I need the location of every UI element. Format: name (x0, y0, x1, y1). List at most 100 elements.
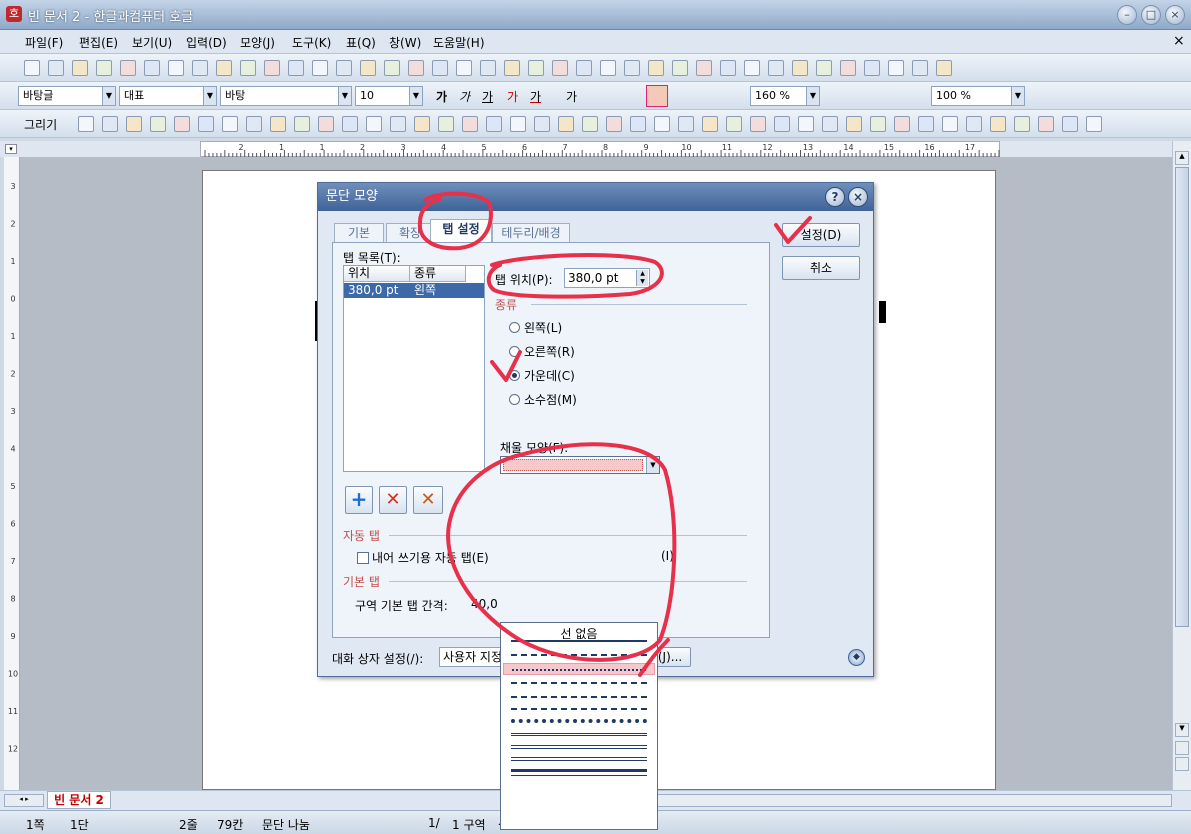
toolbar-icon[interactable] (264, 60, 280, 76)
page-up-icon[interactable] (1175, 741, 1189, 755)
toolbar-icon[interactable] (342, 116, 358, 132)
toolbar-icon[interactable] (792, 60, 808, 76)
toolbar-icon[interactable] (216, 60, 232, 76)
tab-list-row[interactable]: 380,0 pt 왼쪽 (344, 283, 484, 298)
toolbar-icon[interactable] (222, 116, 238, 132)
font-combo[interactable]: 바탕 ▼ (220, 86, 352, 106)
add-tab-button[interactable]: + (345, 486, 373, 514)
help-button[interactable]: ? (825, 187, 845, 207)
ok-button[interactable]: 설정(D) (782, 223, 860, 247)
toolbar-icon[interactable] (312, 60, 328, 76)
toolbar-icon[interactable] (894, 116, 910, 132)
toolbar-icon[interactable] (318, 116, 334, 132)
menu-table[interactable]: 표(Q) (346, 34, 376, 51)
toolbar-icon[interactable] (192, 60, 208, 76)
toolbar-icon[interactable] (936, 60, 952, 76)
toolbar-icon[interactable] (534, 116, 550, 132)
radio-right[interactable]: 오른쪽(R) (509, 343, 575, 360)
toolbar-icon[interactable] (174, 116, 190, 132)
toolbar-icon[interactable] (774, 116, 790, 132)
page-down-icon[interactable] (1175, 757, 1189, 771)
menu-edit[interactable]: 편집(E) (79, 34, 118, 51)
radio-center[interactable]: 가운데(C) (509, 367, 575, 384)
toolbar-icon[interactable] (864, 60, 880, 76)
toolbar-icon[interactable] (510, 116, 526, 132)
font-size-combo[interactable]: 10 ▼ (355, 86, 423, 106)
fill-option-long-dash[interactable] (511, 708, 647, 710)
auto-tab-checkbox[interactable]: 내어 쓰기용 자동 탭(E) (357, 549, 489, 566)
toolbar-icon[interactable] (384, 60, 400, 76)
fill-option-circle[interactable] (511, 719, 647, 723)
toolbar-icon[interactable] (246, 116, 262, 132)
fill-option-dash[interactable] (511, 654, 647, 656)
align-justify-button[interactable] (646, 85, 668, 107)
fill-option-dot-selected[interactable] (503, 663, 655, 675)
toolbar-icon[interactable] (942, 116, 958, 132)
toolbar-icon[interactable] (48, 60, 64, 76)
fill-option-dash-dot[interactable] (511, 682, 647, 684)
font-color-button[interactable]: 가 (530, 88, 541, 105)
toolbar-icon[interactable] (624, 60, 640, 76)
toolbar-icon[interactable] (486, 116, 502, 132)
toolbar-icon[interactable] (840, 60, 856, 76)
menu-insert[interactable]: 입력(D) (186, 34, 227, 51)
radio-decimal[interactable]: 소수점(M) (509, 391, 577, 408)
toolbar-icon[interactable] (822, 116, 838, 132)
toolbar-icon[interactable] (24, 60, 40, 76)
toolbar-icon[interactable] (456, 60, 472, 76)
tab-basic[interactable]: 기본 (334, 223, 384, 243)
col-kind-header[interactable]: 종류 (410, 266, 466, 282)
underline-button[interactable]: 가 (482, 88, 493, 105)
toolbar-icon[interactable] (558, 116, 574, 132)
tab-tab-settings[interactable]: 탭 설정 (430, 219, 492, 244)
toolbar-icon[interactable] (1038, 116, 1054, 132)
toolbar-icon[interactable] (72, 60, 88, 76)
vertical-scrollbar[interactable]: ▲ ▼ (1172, 141, 1191, 790)
toolbar-icon[interactable] (360, 60, 376, 76)
toolbar-icon[interactable] (102, 116, 118, 132)
tab-position-input[interactable]: 380,0 pt ▲ ▼ (564, 268, 650, 288)
fill-option-thin-thick[interactable] (511, 745, 647, 749)
maximize-button[interactable]: □ (1141, 5, 1161, 25)
toolbar-icon[interactable] (408, 60, 424, 76)
toolbar-icon[interactable] (438, 116, 454, 132)
menu-format[interactable]: 모양(J) (240, 34, 275, 51)
toolbar-icon[interactable] (1062, 116, 1078, 132)
toolbar-icon[interactable] (630, 116, 646, 132)
tab-extended[interactable]: 확장 (386, 223, 434, 243)
fill-option-double[interactable] (511, 733, 647, 736)
toolbar-icon[interactable] (1014, 116, 1030, 132)
toolbar-icon[interactable] (600, 60, 616, 76)
doc-tab-active[interactable]: 빈 문서 2 (47, 791, 111, 809)
toolbar-icon[interactable] (366, 116, 382, 132)
toolbar-icon[interactable] (702, 116, 718, 132)
toolbar-icon[interactable] (432, 60, 448, 76)
italic-button[interactable]: 가 (459, 88, 470, 105)
menu-window[interactable]: 창(W) (389, 34, 421, 51)
draw-menu-button[interactable]: 그리기 (24, 116, 57, 133)
toolbar-icon[interactable] (720, 60, 736, 76)
toolbar-icon[interactable] (462, 116, 478, 132)
bold-button[interactable]: 가 (436, 88, 447, 105)
delete-tab-button[interactable]: ✕ (379, 486, 407, 514)
fill-dropdown-list[interactable]: 선 없음 (500, 622, 658, 830)
menu-help[interactable]: 도움말(H) (433, 34, 485, 51)
toolbar-icon[interactable] (270, 116, 286, 132)
vertical-ruler[interactable]: 3 2 1 0 1 2 3 4 5 6 7 8 9 10 11 12 (4, 157, 20, 790)
minimize-button[interactable]: – (1117, 5, 1137, 25)
toolbar-icon[interactable] (648, 60, 664, 76)
toolbar-icon[interactable] (768, 60, 784, 76)
radio-left[interactable]: 왼쪽(L) (509, 319, 562, 336)
default-interval-value[interactable]: 40,0 (471, 597, 498, 611)
toolbar-icon[interactable] (678, 116, 694, 132)
toolbar-icon[interactable] (414, 116, 430, 132)
toolbar-icon[interactable] (144, 60, 160, 76)
toolbar-icon[interactable] (870, 116, 886, 132)
tab-nav-arrows[interactable]: ◂ ▸ (4, 794, 44, 807)
cancel-button[interactable]: 취소 (782, 256, 860, 280)
fill-option-triple-b[interactable] (511, 775, 647, 776)
menu-tools[interactable]: 도구(K) (292, 34, 331, 51)
toolbar-icon[interactable] (198, 116, 214, 132)
toolbar-icon[interactable] (888, 60, 904, 76)
toolbar-icon[interactable] (528, 60, 544, 76)
